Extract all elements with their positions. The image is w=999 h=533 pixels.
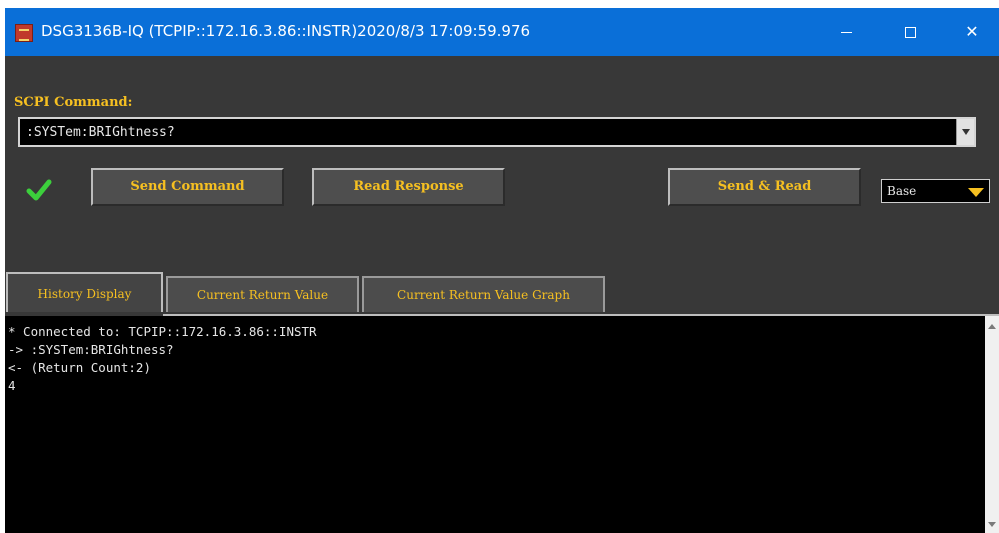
window-title: DSG3136B-IQ (TCPIP::172.16.3.86::INSTR)2…: [41, 22, 531, 40]
history-line: 4: [8, 378, 16, 393]
tab-strip: History Display Current Return Value Cur…: [5, 272, 999, 316]
maximize-button[interactable]: [883, 8, 937, 56]
check-icon: [26, 179, 52, 201]
minimize-button[interactable]: [819, 8, 873, 56]
tab-current-return-value[interactable]: Current Return Value: [166, 276, 359, 312]
chevron-down-icon[interactable]: [956, 119, 974, 145]
tab-history-display[interactable]: History Display: [6, 272, 163, 312]
send-command-button[interactable]: Send Command: [91, 168, 284, 206]
scpi-command-label: SCPI Command:: [14, 95, 133, 110]
tab-current-return-value-graph[interactable]: Current Return Value Graph: [362, 276, 605, 312]
send-and-read-button[interactable]: Send & Read: [668, 168, 861, 206]
dropdown-arrow-icon[interactable]: [968, 188, 984, 197]
minimize-icon: [840, 32, 852, 33]
scpi-command-combobox[interactable]: :SYSTem:BRIGhtness?: [18, 117, 976, 147]
scpi-control-window: DSG3136B-IQ (TCPIP::172.16.3.86::INSTR)2…: [5, 8, 999, 533]
vertical-scrollbar[interactable]: [985, 316, 999, 533]
history-display-panel[interactable]: * Connected to: TCPIP::172.16.3.86::INST…: [5, 316, 999, 533]
read-response-button[interactable]: Read Response: [312, 168, 505, 206]
app-icon: [15, 24, 33, 42]
scroll-down-icon[interactable]: [988, 522, 996, 527]
title-bar[interactable]: DSG3136B-IQ (TCPIP::172.16.3.86::INSTR)2…: [5, 8, 999, 56]
scroll-up-icon[interactable]: [988, 324, 996, 329]
history-line: <- (Return Count:2): [8, 360, 151, 375]
base-select-value: Base: [887, 184, 917, 198]
close-button[interactable]: ✕: [945, 8, 999, 56]
history-line: * Connected to: TCPIP::172.16.3.86::INST…: [8, 324, 317, 339]
maximize-icon: [904, 27, 916, 38]
base-select[interactable]: Base: [881, 179, 990, 203]
close-icon: ✕: [965, 22, 979, 41]
history-line: -> :SYSTem:BRIGhtness?: [8, 342, 174, 357]
scpi-command-input[interactable]: :SYSTem:BRIGhtness?: [26, 125, 175, 140]
